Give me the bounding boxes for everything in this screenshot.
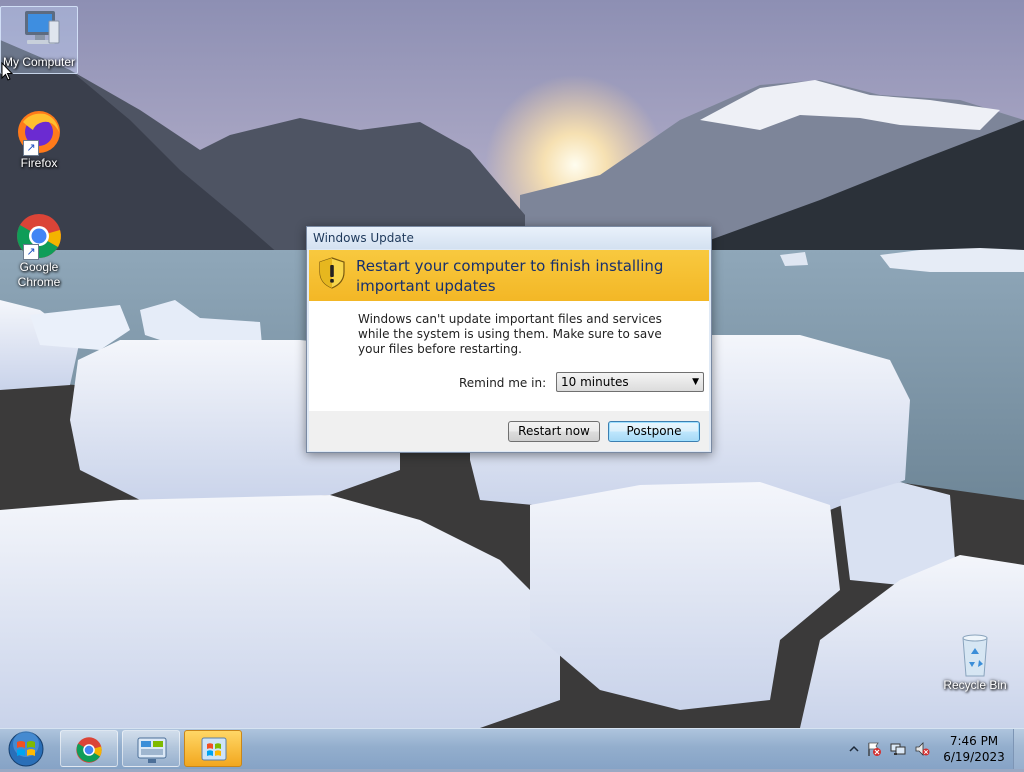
shield-warning-icon — [319, 257, 345, 289]
chevron-down-icon: ▼ — [692, 377, 699, 387]
dialog-footer: Restart now Postpone — [309, 411, 709, 451]
clock-date: 6/19/2023 — [943, 750, 1005, 764]
remind-me-dropdown[interactable]: 10 minutes ▼ — [556, 372, 704, 392]
windows-logo-icon — [8, 731, 44, 767]
action-center-flag-icon[interactable] — [866, 741, 882, 757]
show-desktop-button[interactable] — [1013, 729, 1024, 769]
dialog-title-bar[interactable]: Windows Update — [307, 227, 711, 249]
desktop-icon-label: Recycle Bin — [943, 678, 1007, 692]
volume-muted-icon[interactable] — [914, 741, 930, 757]
dialog-title: Windows Update — [313, 231, 414, 245]
computer-icon — [13, 7, 65, 55]
show-hidden-icons-chevron-icon[interactable] — [846, 741, 862, 757]
restart-now-button[interactable]: Restart now — [508, 421, 600, 442]
windows-update-dialog[interactable]: Windows Update Restart your computer to … — [306, 226, 712, 453]
firefox-icon: ↗ — [13, 108, 65, 156]
taskbar-clock[interactable]: 7:46 PM 6/19/2023 — [932, 733, 1016, 765]
remind-me-value: 10 minutes — [561, 375, 629, 389]
desktop-icon-firefox[interactable]: ↗ Firefox — [0, 108, 78, 171]
clock-time: 7:46 PM — [949, 734, 999, 748]
control-panel-icon — [137, 737, 167, 763]
start-button[interactable] — [6, 730, 46, 768]
network-icon[interactable] — [890, 741, 906, 757]
shortcut-arrow-icon: ↗ — [23, 140, 39, 156]
remind-me-label: Remind me in: — [459, 376, 547, 390]
taskbar: 7:46 PM 6/19/2023 — [0, 728, 1024, 769]
chrome-icon — [76, 737, 102, 763]
recycle-bin-icon — [949, 630, 1001, 678]
desktop-icon-google-chrome[interactable]: ↗ Google Chrome — [0, 212, 78, 290]
postpone-button[interactable]: Postpone — [608, 421, 700, 442]
desktop-icon-recycle-bin[interactable]: Recycle Bin — [936, 630, 1014, 693]
taskbar-windows-update-button[interactable] — [184, 730, 242, 767]
taskbar-control-panel-button[interactable] — [122, 730, 180, 767]
taskbar-chrome-button[interactable] — [60, 730, 118, 767]
desktop-icon-label: Google Chrome — [17, 260, 61, 289]
windows-update-icon — [201, 737, 227, 761]
chrome-icon: ↗ — [13, 212, 65, 260]
dialog-header-banner: Restart your computer to finish installi… — [309, 250, 709, 301]
dialog-body: Windows can't update important files and… — [309, 301, 709, 411]
dialog-message: Windows can't update important files and… — [358, 312, 662, 356]
dialog-header-title: Restart your computer to finish installi… — [356, 257, 664, 295]
shortcut-arrow-icon: ↗ — [23, 244, 39, 260]
mouse-cursor-icon — [1, 62, 13, 81]
desktop-icon-label: Firefox — [20, 156, 58, 170]
